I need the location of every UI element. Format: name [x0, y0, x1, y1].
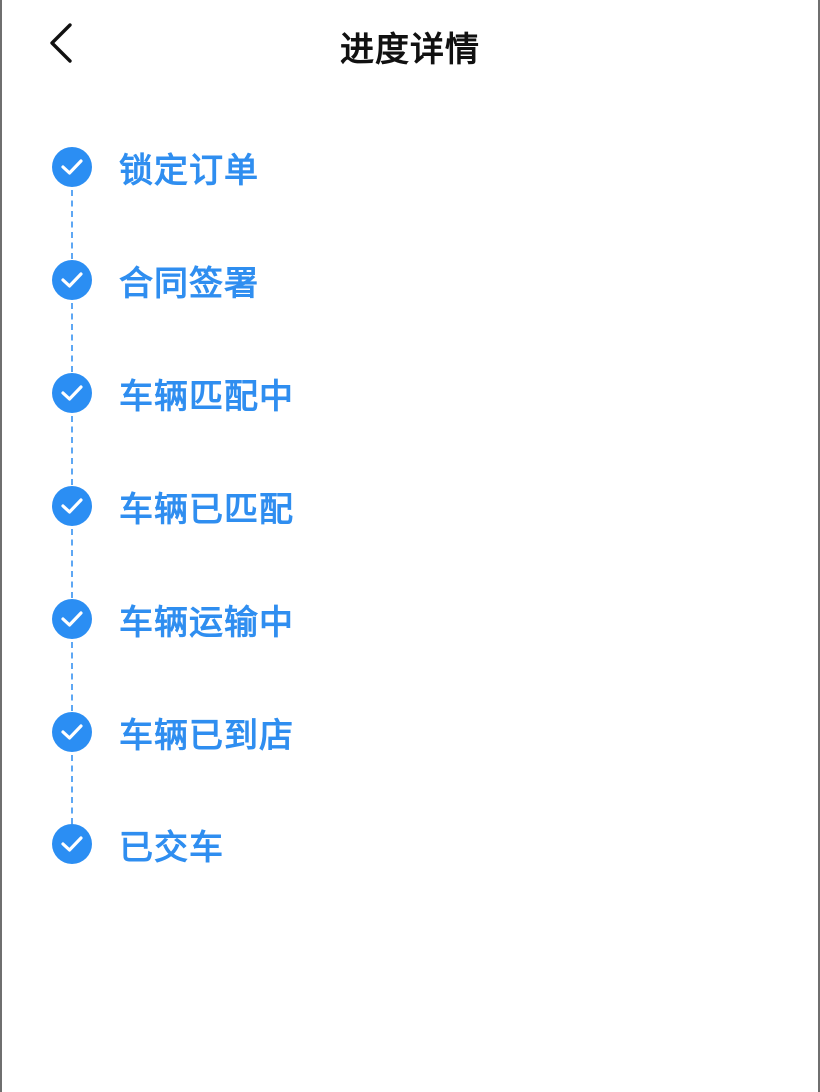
check-circle-icon — [52, 147, 92, 187]
check-circle-icon — [52, 824, 92, 864]
step-label: 车辆匹配中 — [119, 376, 294, 417]
check-circle-icon — [52, 712, 92, 752]
progress-steps: 锁定订单 合同签署 车辆匹配中 车辆已匹配 车辆运输中 车辆已到店 已交车 — [0, 0, 820, 1092]
check-circle-icon — [52, 486, 92, 526]
progress-step-vehicle-arrived: 车辆已到店 — [52, 710, 294, 756]
step-label: 车辆已到店 — [119, 715, 294, 756]
step-connector — [71, 190, 73, 259]
step-label: 合同签署 — [119, 263, 259, 304]
progress-step-vehicle-matched: 车辆已匹配 — [52, 484, 294, 530]
progress-step-vehicle-matching: 车辆匹配中 — [52, 371, 294, 417]
check-circle-icon — [52, 599, 92, 639]
step-label: 锁定订单 — [119, 150, 259, 191]
step-label: 车辆运输中 — [119, 602, 294, 643]
step-connector — [71, 303, 73, 372]
step-connector — [71, 755, 73, 824]
progress-step-vehicle-in-transit: 车辆运输中 — [52, 597, 294, 643]
progress-step-lock-order: 锁定订单 — [52, 145, 259, 191]
step-label: 已交车 — [119, 827, 224, 868]
step-connector — [71, 416, 73, 485]
step-connector — [71, 529, 73, 598]
progress-step-contract-signed: 合同签署 — [52, 258, 259, 304]
step-connector — [71, 642, 73, 711]
progress-step-delivered: 已交车 — [52, 822, 224, 868]
check-circle-icon — [52, 373, 92, 413]
check-circle-icon — [52, 260, 92, 300]
step-label: 车辆已匹配 — [119, 489, 294, 530]
